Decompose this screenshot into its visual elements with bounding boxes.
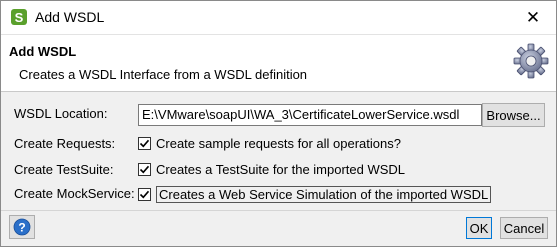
header-title: Add WSDL (9, 44, 77, 59)
browse-button[interactable]: Browse... (482, 103, 545, 127)
help-button[interactable]: ? (9, 215, 35, 239)
header-description: Creates a WSDL Interface from a WSDL def… (19, 67, 308, 82)
window-title: Add WSDL (35, 9, 105, 25)
checkmark-icon (139, 139, 150, 148)
add-wsdl-dialog: S Add WSDL ✕ Add WSDL Creates a WSDL Int… (0, 0, 557, 247)
create-mockservice-label: Create MockService: (14, 186, 135, 201)
dialog-header: Add WSDL Creates a WSDL Interface from a… (1, 35, 556, 92)
close-button[interactable]: ✕ (510, 1, 556, 34)
wsdl-location-label: WSDL Location: (14, 106, 108, 121)
help-icon: ? (13, 218, 31, 236)
cancel-button[interactable]: Cancel (500, 217, 548, 239)
create-requests-checkbox[interactable] (138, 137, 151, 150)
svg-text:?: ? (18, 221, 25, 235)
close-icon: ✕ (525, 7, 541, 27)
create-requests-row: Create sample requests for all operation… (138, 136, 401, 151)
svg-text:S: S (15, 10, 24, 25)
ok-button[interactable]: OK (466, 217, 492, 239)
footer-separator (1, 210, 556, 211)
create-mockservice-row: Creates a Web Service Simulation of the … (138, 186, 492, 203)
cancel-button-label: Cancel (503, 220, 545, 236)
gear-icon (513, 43, 549, 79)
browse-button-label: Browse... (486, 107, 541, 123)
ok-button-label: OK (469, 220, 489, 236)
checkmark-icon (139, 165, 150, 174)
create-requests-label: Create Requests: (14, 136, 116, 151)
create-testsuite-checkbox[interactable] (138, 163, 151, 176)
soapui-logo-icon: S (11, 9, 27, 25)
create-mockservice-checkbox[interactable] (138, 188, 151, 201)
create-testsuite-text: Creates a TestSuite for the imported WSD… (156, 162, 406, 177)
create-mockservice-text: Creates a Web Service Simulation of the … (156, 186, 492, 203)
create-testsuite-row: Creates a TestSuite for the imported WSD… (138, 162, 405, 177)
create-requests-text: Create sample requests for all operation… (156, 136, 401, 151)
title-bar: S Add WSDL ✕ (1, 1, 556, 35)
wsdl-location-input[interactable] (138, 104, 482, 126)
checkmark-icon (139, 190, 150, 199)
create-testsuite-label: Create TestSuite: (14, 162, 114, 177)
